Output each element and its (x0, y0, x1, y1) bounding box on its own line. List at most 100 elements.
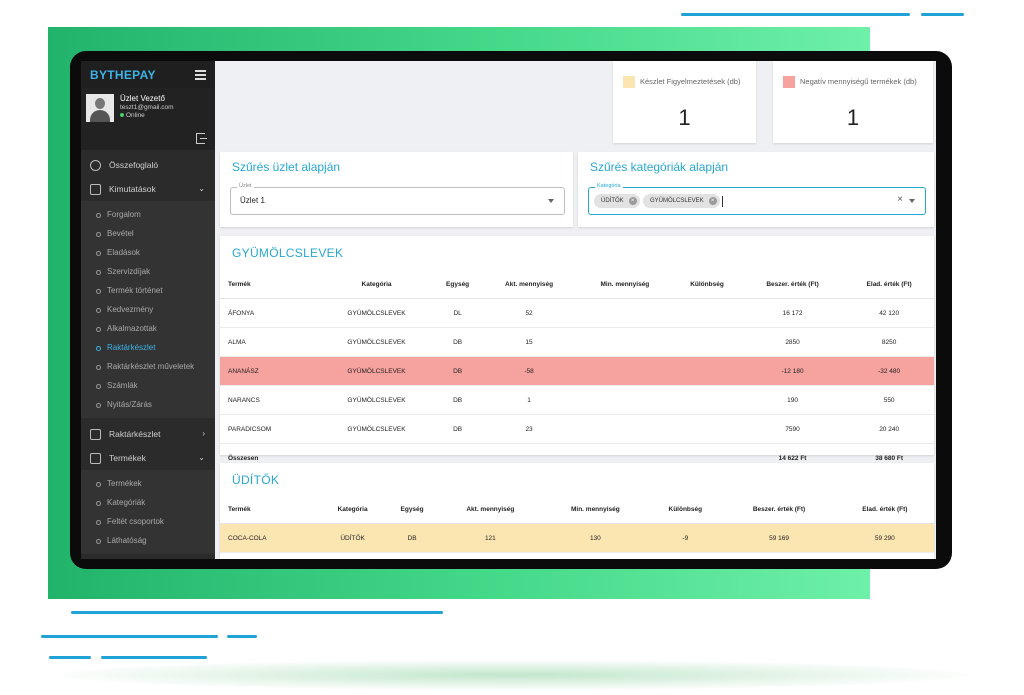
cell-category: GYÜMÖLCSLEVEK (319, 298, 434, 328)
dashboard-icon (90, 160, 101, 171)
sidebar-subitem[interactable]: Nyitás/Zárás (81, 395, 215, 414)
column-header[interactable]: Beszer. érték (Ft) (722, 495, 836, 524)
cell-unit: DB (433, 414, 482, 444)
table-row[interactable]: NARANCS GYÜMÖLCSLEVEK DB 1 190 550 (220, 385, 934, 415)
sidebar-item-label: Kimutatások (109, 184, 156, 194)
column-header[interactable]: Akt. mennyiség (481, 270, 577, 299)
cell-min (576, 327, 674, 357)
logout-icon[interactable] (196, 133, 207, 144)
column-header[interactable]: Elad. érték (Ft) (835, 495, 934, 524)
chip-remove-icon[interactable]: × (628, 197, 637, 205)
cell-sale: 550 (844, 385, 934, 415)
column-header[interactable]: Egység (433, 270, 482, 299)
cell-current: 15 (481, 327, 577, 357)
app-screen: BYTHEPAY Üzlet Vezető teszt1@gmail.com O… (81, 61, 936, 559)
cell-unit: DB (433, 385, 482, 415)
cell-product: ÁFONYA (220, 298, 320, 328)
sidebar-item-products[interactable]: Termékek ⌄ (81, 446, 215, 470)
category-multiselect[interactable]: Kategória ÜDÍTŐK × GYÜMÖLCSLEVEK × × (588, 183, 926, 215)
cell-product: ALMA (220, 327, 320, 357)
column-header[interactable]: Termék (220, 270, 320, 299)
chip-label: GYÜMÖLCSLEVEK (650, 198, 704, 204)
column-header[interactable]: Különbség (673, 270, 741, 299)
sidebar-item-label: Összefoglaló (109, 160, 159, 170)
sidebar-subitem[interactable]: Termékek (81, 474, 215, 493)
category-filter-title: Szűrés kategóriák alapján (590, 160, 729, 174)
category-chip[interactable]: GYÜMÖLCSLEVEK × (643, 194, 720, 208)
cell-sale: 42 120 (844, 298, 934, 328)
cell-min (576, 385, 674, 415)
column-header[interactable]: Akt. mennyiség (438, 495, 543, 524)
store-select[interactable]: Üzlet Üzlet 1 (230, 183, 565, 215)
text-cursor (722, 196, 723, 207)
cell-diff (673, 414, 741, 444)
avatar (86, 94, 114, 122)
chip-remove-icon[interactable]: × (708, 197, 717, 205)
hamburger-menu-icon[interactable] (195, 70, 206, 80)
table-row[interactable]: ALMA GYÜMÖLCSLEVEK DB 15 2850 8250 (220, 327, 934, 357)
sidebar-subitem[interactable]: Feltét csoportok (81, 512, 215, 531)
table-card-fruit-juices: GYÜMÖLCSLEVEK Termék Kategória Egység Ak… (220, 236, 934, 473)
store-select-label: Üzlet (237, 183, 254, 189)
table-row[interactable]: PARADICSOM GYÜMÖLCSLEVEK DB 23 7590 20 2… (220, 414, 934, 444)
device-shadow (60, 660, 965, 690)
sidebar-subitem[interactable]: Raktárkészlet műveletek (81, 357, 215, 376)
store-filter-card: Szűrés üzlet alapján Üzlet Üzlet 1 (220, 152, 573, 227)
column-header[interactable]: Termék (220, 495, 320, 524)
sidebar-subitem[interactable]: Forgalom (81, 205, 215, 224)
cell-min (576, 356, 674, 386)
column-header[interactable]: Kategória (319, 270, 434, 299)
user-name: Üzlet Vezető (120, 94, 165, 103)
sidebar-subitem[interactable]: Bevétel (81, 224, 215, 243)
cell-diff (673, 385, 741, 415)
clear-icon[interactable]: × (897, 194, 903, 205)
cell-category: ÜDÍTŐK (319, 523, 386, 553)
column-header[interactable]: Egység (385, 495, 439, 524)
column-header[interactable]: Elad. érték (Ft) (844, 270, 934, 299)
brand-bar: BYTHEPAY (81, 61, 215, 88)
column-header[interactable]: Kategória (319, 495, 386, 524)
chevron-down-icon: ⌄ (198, 453, 205, 462)
cell-sale: 8250 (844, 327, 934, 357)
cell-unit: DB (385, 523, 439, 553)
brand-logo: BYTHEPAY (90, 68, 156, 82)
dropdown-arrow-icon[interactable] (548, 199, 554, 203)
sidebar-subitem[interactable]: Kategóriák (81, 493, 215, 512)
column-header[interactable]: Min. mennyiség (542, 495, 649, 524)
sidebar-subitem[interactable]: Számlák (81, 376, 215, 395)
cell-product: ANANÁSZ (220, 356, 320, 386)
cell-purchase: 16 172 (740, 298, 845, 328)
user-panel: Üzlet Vezető teszt1@gmail.com Online (81, 88, 215, 150)
sidebar-item-stock[interactable]: Raktárkészlet › (81, 422, 215, 446)
sidebar-subitem[interactable]: Termék történet (81, 281, 215, 300)
reports-submenu: Forgalom Bevétel Eladások Szervizdíjak T… (81, 201, 215, 418)
sidebar-subitem-active[interactable]: Raktárkészlet (81, 338, 215, 357)
decor-line (49, 656, 91, 659)
table-row[interactable]: ÁFONYA GYÜMÖLCSLEVEK DL 52 16 172 42 120 (220, 298, 934, 328)
dropdown-arrow-icon[interactable] (909, 199, 915, 203)
sidebar-subitem[interactable]: Alkalmazottak (81, 319, 215, 338)
column-header[interactable]: Beszer. érték (Ft) (740, 270, 845, 299)
cell-current: -58 (481, 356, 577, 386)
table-row-warning[interactable]: COCA-COLA ÜDÍTŐK DB 121 130 -9 59 169 59… (220, 523, 934, 553)
column-header[interactable]: Különbség (648, 495, 723, 524)
sidebar-subitem[interactable]: Eladások (81, 243, 215, 262)
sidebar: BYTHEPAY Üzlet Vezető teszt1@gmail.com O… (81, 61, 215, 559)
sidebar-subitem[interactable]: Kedvezmény (81, 300, 215, 319)
cell-current: 52 (481, 298, 577, 328)
cell-current: 23 (481, 414, 577, 444)
category-chip[interactable]: ÜDÍTŐK × (594, 194, 640, 208)
cell-product: PARADICSOM (220, 414, 320, 444)
sidebar-subitem[interactable]: Szervizdíjak (81, 262, 215, 281)
table-row-negative[interactable]: ANANÁSZ GYÜMÖLCSLEVEK DB -58 -12 180 -32… (220, 356, 934, 386)
decor-line (681, 13, 910, 16)
sidebar-item-reports[interactable]: Kimutatások ⌄ (81, 177, 215, 201)
cell-diff (673, 298, 741, 328)
warning-swatch (623, 76, 635, 88)
stock-table: Termék Kategória Egység Akt. mennyiség M… (220, 495, 934, 553)
table-header-row: Termék Kategória Egység Akt. mennyiség M… (220, 270, 934, 299)
sidebar-item-summary[interactable]: Összefoglaló (81, 153, 215, 177)
column-header[interactable]: Min. mennyiség (576, 270, 674, 299)
cell-sale: -32 480 (844, 356, 934, 386)
sidebar-subitem[interactable]: Láthatóság (81, 531, 215, 550)
